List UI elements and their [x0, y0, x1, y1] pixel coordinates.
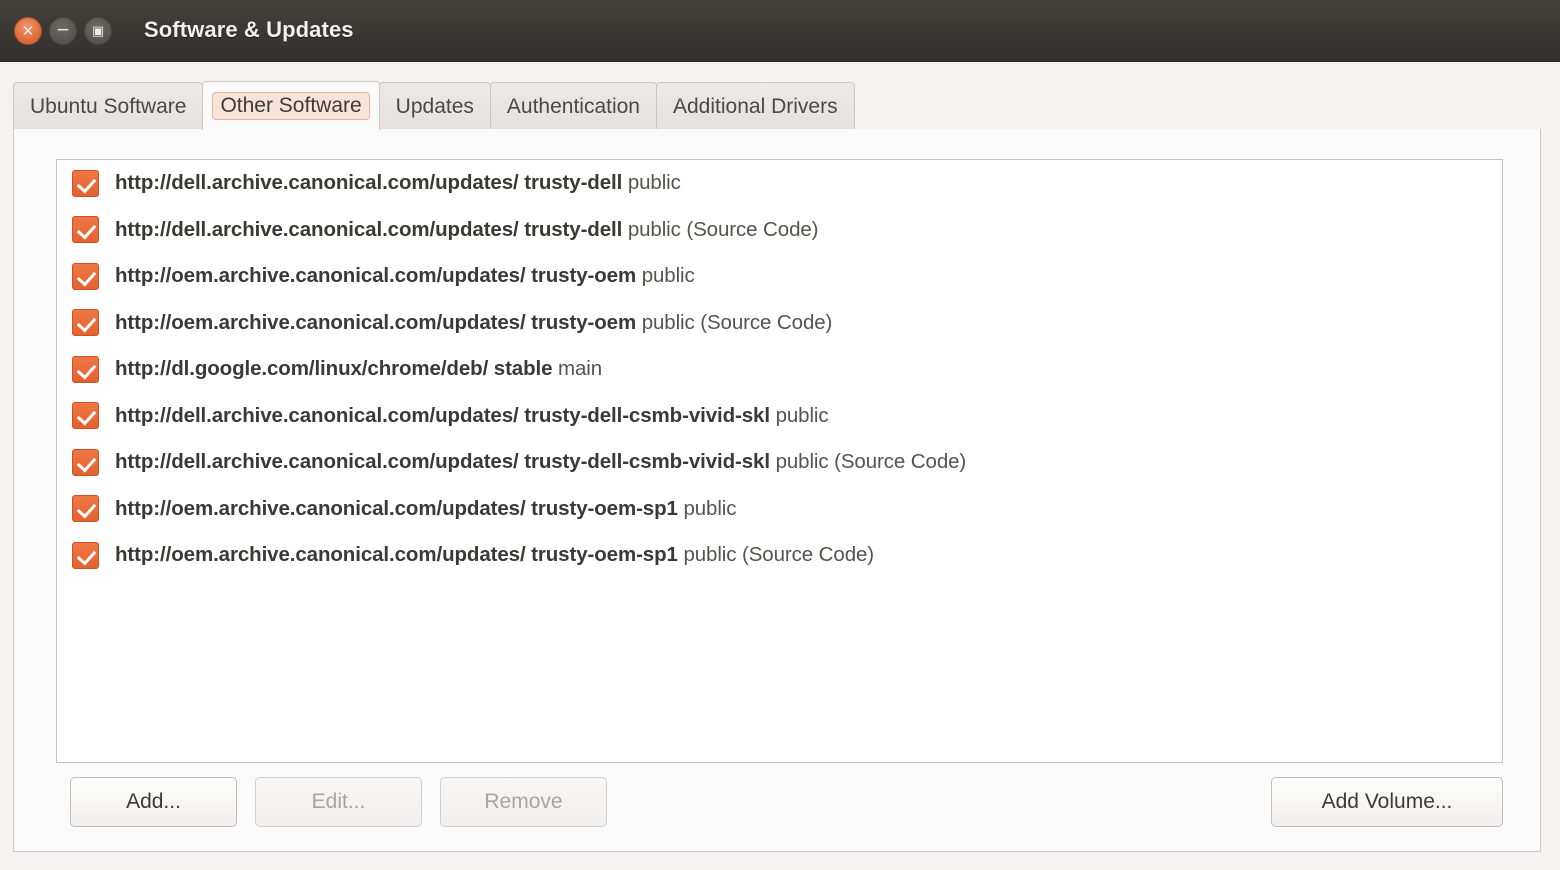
- source-checkbox[interactable]: [72, 169, 99, 197]
- source-label: http://dell.archive.canonical.com/update…: [115, 450, 966, 474]
- tab-other-software[interactable]: Other Software: [202, 81, 380, 130]
- source-component: public (Source Code): [775, 450, 967, 474]
- tab-label: Updates: [395, 94, 474, 118]
- source-checkbox[interactable]: [72, 402, 99, 430]
- source-uri: http://dl.google.com/linux/chrome/deb/ s…: [115, 357, 553, 381]
- source-component: public (Source Code): [683, 543, 875, 567]
- source-uri: http://dell.archive.canonical.com/update…: [115, 403, 770, 427]
- source-checkbox[interactable]: [72, 216, 99, 244]
- source-checkbox[interactable]: [72, 262, 99, 290]
- tab-label: Other Software: [212, 92, 370, 120]
- tab-label: Ubuntu Software: [30, 94, 187, 118]
- table-row[interactable]: http://oem.archive.canonical.com/updates…: [57, 486, 1502, 533]
- tab-authentication[interactable]: Authentication: [489, 82, 657, 130]
- close-button[interactable]: ✕: [14, 17, 42, 45]
- source-label: http://dell.archive.canonical.com/update…: [115, 171, 681, 195]
- source-component: main: [558, 357, 603, 381]
- table-row[interactable]: http://oem.archive.canonical.com/updates…: [57, 300, 1502, 347]
- source-uri: http://oem.archive.canonical.com/updates…: [115, 310, 637, 334]
- minimize-icon: −: [55, 19, 71, 40]
- remove-button: Remove: [440, 777, 607, 827]
- minimize-button[interactable]: −: [49, 17, 77, 45]
- source-uri: http://dell.archive.canonical.com/update…: [115, 217, 623, 241]
- source-checkbox[interactable]: [72, 495, 99, 523]
- edit-button: Edit...: [255, 777, 422, 827]
- source-checkbox[interactable]: [72, 541, 99, 569]
- table-row[interactable]: http://oem.archive.canonical.com/updates…: [57, 532, 1502, 579]
- tab-additional-drivers[interactable]: Additional Drivers: [656, 82, 855, 130]
- dialog-body: Ubuntu Software Other Software Updates A…: [0, 62, 1560, 870]
- source-uri: http://oem.archive.canonical.com/updates…: [115, 543, 678, 567]
- software-updates-window: ✕ − ▣ Software & Updates Ubuntu Software…: [0, 0, 1560, 870]
- table-row[interactable]: http://dell.archive.canonical.com/update…: [57, 207, 1502, 254]
- notebook: Ubuntu Software Other Software Updates A…: [13, 80, 1541, 852]
- tab-updates[interactable]: Updates: [378, 82, 491, 130]
- source-uri: http://dell.archive.canonical.com/update…: [115, 171, 623, 195]
- window-titlebar: ✕ − ▣ Software & Updates: [0, 0, 1560, 62]
- source-label: http://dell.archive.canonical.com/update…: [115, 404, 829, 428]
- source-label: http://oem.archive.canonical.com/updates…: [115, 496, 737, 521]
- source-checkbox[interactable]: [72, 309, 99, 337]
- source-component: public: [683, 496, 737, 520]
- source-label: http://oem.archive.canonical.com/updates…: [115, 264, 695, 288]
- software-sources-list[interactable]: http://dell.archive.canonical.com/update…: [56, 159, 1503, 763]
- table-row[interactable]: http://dell.archive.canonical.com/update…: [57, 393, 1502, 440]
- add-volume-button[interactable]: Add Volume...: [1271, 777, 1503, 827]
- table-row[interactable]: http://dl.google.com/linux/chrome/deb/ s…: [57, 346, 1502, 393]
- source-component: public (Source Code): [641, 310, 833, 334]
- action-button-row: Add... Edit... Remove Add Volume...: [56, 777, 1503, 829]
- tab-strip: Ubuntu Software Other Software Updates A…: [13, 80, 1541, 130]
- table-row[interactable]: http://dell.archive.canonical.com/update…: [57, 439, 1502, 486]
- source-uri: http://oem.archive.canonical.com/updates…: [115, 496, 678, 520]
- tab-label: Authentication: [506, 94, 640, 118]
- source-label: http://oem.archive.canonical.com/updates…: [115, 543, 874, 567]
- maximize-button[interactable]: ▣: [84, 17, 112, 45]
- add-button[interactable]: Add...: [70, 777, 237, 827]
- source-checkbox[interactable]: [72, 355, 99, 383]
- window-controls: ✕ − ▣: [14, 17, 112, 45]
- source-label: http://dell.archive.canonical.com/update…: [115, 217, 819, 242]
- source-uri: http://dell.archive.canonical.com/update…: [115, 450, 770, 474]
- tab-label: Additional Drivers: [673, 94, 838, 118]
- source-uri: http://oem.archive.canonical.com/updates…: [115, 264, 637, 288]
- close-icon: ✕: [21, 21, 35, 40]
- source-component: public: [627, 171, 681, 195]
- tab-panel-other-software: http://dell.archive.canonical.com/update…: [13, 129, 1541, 852]
- maximize-icon: ▣: [91, 23, 105, 39]
- source-checkbox[interactable]: [72, 448, 99, 476]
- tab-ubuntu-software[interactable]: Ubuntu Software: [13, 82, 204, 130]
- source-component: public: [775, 403, 829, 427]
- source-component: public: [641, 264, 695, 288]
- table-row[interactable]: http://oem.archive.canonical.com/updates…: [57, 253, 1502, 300]
- window-title: Software & Updates: [144, 17, 354, 42]
- source-label: http://oem.archive.canonical.com/updates…: [115, 311, 832, 335]
- source-component: public (Source Code): [627, 217, 819, 241]
- table-row[interactable]: http://dell.archive.canonical.com/update…: [57, 160, 1502, 207]
- source-label: http://dl.google.com/linux/chrome/deb/ s…: [115, 357, 602, 381]
